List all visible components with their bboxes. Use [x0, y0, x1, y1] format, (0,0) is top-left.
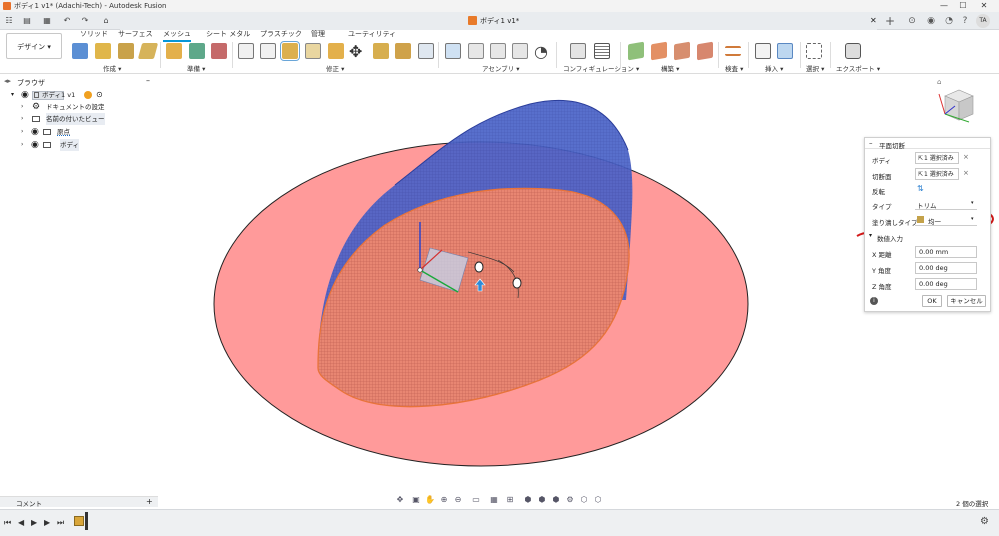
type-dropdown[interactable]: トリム ▾	[915, 199, 977, 210]
ground-icon[interactable]: ⬡	[592, 494, 604, 506]
add-comment-button[interactable]: +	[146, 497, 153, 506]
home-view-icon[interactable]: ⌂	[937, 78, 941, 86]
dialog-header: – 平面切断	[865, 138, 990, 150]
rotation-handle[interactable]	[474, 261, 484, 273]
type-dropdown-value: トリム	[917, 202, 937, 210]
cursor-icon: ⇱	[918, 171, 924, 178]
camera-icon[interactable]: ⬡	[578, 494, 590, 506]
timeline-settings-icon[interactable]: ⚙	[980, 516, 989, 527]
z-angle-input[interactable]: 0.00 deg	[915, 278, 977, 290]
viewport-canvas[interactable]	[0, 0, 999, 536]
plane-cut-dialog: – 平面切断 ボディ ⇱ 1 選択済み × 切断面 ⇱ 1 選択済み × 反転 …	[864, 137, 991, 312]
play-button[interactable]: ▶	[31, 518, 37, 527]
timeline-bar: ⏮ ◀ ▶ ▶ ⏭ ⚙	[0, 509, 999, 536]
object-visibility-icon[interactable]: ⚙	[564, 494, 576, 506]
body-selector-value: 1 選択済み	[924, 155, 954, 162]
expand-section-icon: ▾	[869, 232, 873, 239]
plane-selector[interactable]: ⇱ 1 選択済み	[915, 168, 959, 180]
fill-type-dropdown[interactable]: 均一 ▾	[915, 214, 977, 226]
fit-icon[interactable]: ⊖	[452, 494, 464, 506]
step-forward-button[interactable]: ▶	[44, 518, 50, 527]
z-angle-label: Z 角度	[872, 283, 892, 291]
selection-status: 2 個の選択	[956, 500, 989, 508]
dialog-title: 平面切断	[879, 142, 905, 150]
pan-icon[interactable]: ✋	[424, 494, 436, 506]
look-at-icon[interactable]: ▣	[410, 494, 422, 506]
zoom-icon[interactable]: ⊕	[438, 494, 450, 506]
visual-style-icon[interactable]: ⬢	[522, 494, 534, 506]
fill-color-swatch	[917, 216, 924, 223]
comments-bar: コメント +	[0, 496, 158, 508]
effects-icon[interactable]: ⬢	[550, 494, 562, 506]
rotation-handle[interactable]	[512, 277, 522, 289]
chevron-down-icon: ▾	[971, 200, 974, 206]
viewports-icon[interactable]: ⊞	[504, 494, 516, 506]
numeric-input-section[interactable]: ▾ 数値入力	[869, 232, 987, 243]
manipulator-origin[interactable]	[417, 267, 423, 273]
comments-label: コメント	[16, 500, 42, 508]
fill-type-label: 塗り潰しタイプ	[872, 219, 918, 227]
type-label: タイプ	[872, 203, 892, 211]
body-label: ボディ	[872, 157, 892, 165]
flip-icon[interactable]: ⇅	[917, 184, 924, 193]
timeline-feature-icon[interactable]	[74, 516, 84, 526]
ok-button[interactable]: OK	[922, 295, 942, 307]
cursor-icon: ⇱	[918, 155, 924, 162]
view-cube[interactable]	[935, 82, 981, 128]
go-to-start-button[interactable]: ⏮	[4, 518, 11, 528]
body-selector[interactable]: ⇱ 1 選択済み	[915, 152, 959, 164]
plane-label: 切断面	[872, 173, 892, 181]
y-angle-label: Y 角度	[872, 267, 892, 275]
chevron-down-icon: ▾	[971, 216, 974, 222]
cancel-button[interactable]: キャンセル	[947, 295, 986, 307]
clear-plane-selection-icon[interactable]: ×	[963, 169, 969, 177]
navigation-bar: ✥ ▣ ✋ ⊕ ⊖ ▭ ▦ ⊞ ⬢ ⬢ ⬢ ⚙ ⬡ ⬡	[392, 494, 604, 508]
step-back-button[interactable]: ◀	[18, 518, 24, 527]
flip-label: 反転	[872, 188, 885, 196]
go-to-end-button[interactable]: ⏭	[57, 518, 64, 528]
plane-selector-value: 1 選択済み	[924, 171, 954, 178]
numeric-input-label: 数値入力	[877, 235, 903, 243]
orbit-icon[interactable]: ✥	[394, 494, 406, 506]
y-angle-input[interactable]: 0.00 deg	[915, 262, 977, 274]
dialog-collapse-icon[interactable]: –	[869, 139, 873, 147]
clear-body-selection-icon[interactable]: ×	[963, 153, 969, 161]
grid-settings-icon[interactable]: ▦	[488, 494, 500, 506]
x-distance-input[interactable]: 0.00 mm	[915, 246, 977, 258]
environment-icon[interactable]: ⬢	[536, 494, 548, 506]
fill-type-value: 均一	[928, 218, 941, 226]
info-icon[interactable]: i	[870, 297, 878, 305]
x-distance-label: X 距離	[872, 251, 892, 259]
timeline-marker[interactable]	[85, 512, 88, 530]
display-settings-icon[interactable]: ▭	[470, 494, 482, 506]
